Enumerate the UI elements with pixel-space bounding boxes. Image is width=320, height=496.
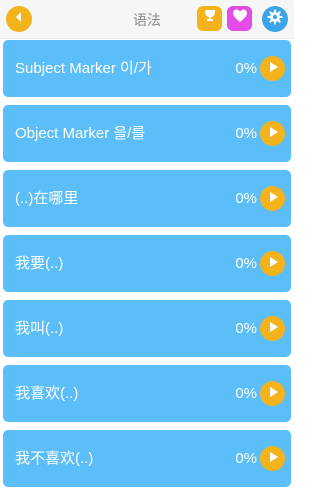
trophy-icon (202, 8, 218, 29)
lesson-item[interactable]: (..)在哪里 0% (3, 170, 291, 227)
play-icon (267, 320, 279, 338)
play-icon (267, 60, 279, 78)
trophy-button[interactable] (197, 6, 222, 31)
lesson-progress: 0% (235, 190, 257, 207)
play-button[interactable] (260, 381, 285, 406)
lesson-title: 我不喜欢(..) (15, 450, 94, 467)
play-icon (267, 190, 279, 208)
play-button[interactable] (260, 316, 285, 341)
lesson-title: 我叫(..) (15, 320, 64, 337)
play-button[interactable] (260, 186, 285, 211)
play-icon (267, 255, 279, 273)
lesson-progress: 0% (235, 450, 257, 467)
play-button[interactable] (260, 56, 285, 81)
lesson-title: Subject Marker 이/가 (15, 60, 152, 77)
play-button[interactable] (260, 121, 285, 146)
play-icon (267, 385, 279, 403)
heart-icon (232, 8, 248, 29)
lesson-item[interactable]: Object Marker 을/를 0% (3, 105, 291, 162)
favorites-button[interactable] (227, 6, 252, 31)
lesson-title: Object Marker 을/를 (15, 125, 146, 142)
lesson-progress: 0% (235, 60, 257, 77)
play-icon (267, 125, 279, 143)
play-button[interactable] (260, 251, 285, 276)
lesson-item[interactable]: 我喜欢(..) 0% (3, 365, 291, 422)
lesson-item[interactable]: 我不喜欢(..) 0% (3, 430, 291, 487)
lesson-progress: 0% (235, 125, 257, 142)
lesson-item[interactable]: Subject Marker 이/가 0% (3, 40, 291, 97)
lesson-progress: 0% (235, 385, 257, 402)
play-icon (267, 450, 279, 468)
lesson-progress: 0% (235, 320, 257, 337)
lesson-item[interactable]: 我要(..) 0% (3, 235, 291, 292)
lesson-title: 我要(..) (15, 255, 64, 272)
play-button[interactable] (260, 446, 285, 471)
gear-icon (267, 9, 283, 30)
lesson-title: 我喜欢(..) (15, 385, 79, 402)
top-bar: 语法 (0, 0, 294, 39)
lesson-title: (..)在哪里 (15, 190, 79, 207)
lesson-progress: 0% (235, 255, 257, 272)
lesson-item[interactable]: 我叫(..) 0% (3, 300, 291, 357)
settings-button[interactable] (262, 6, 288, 32)
